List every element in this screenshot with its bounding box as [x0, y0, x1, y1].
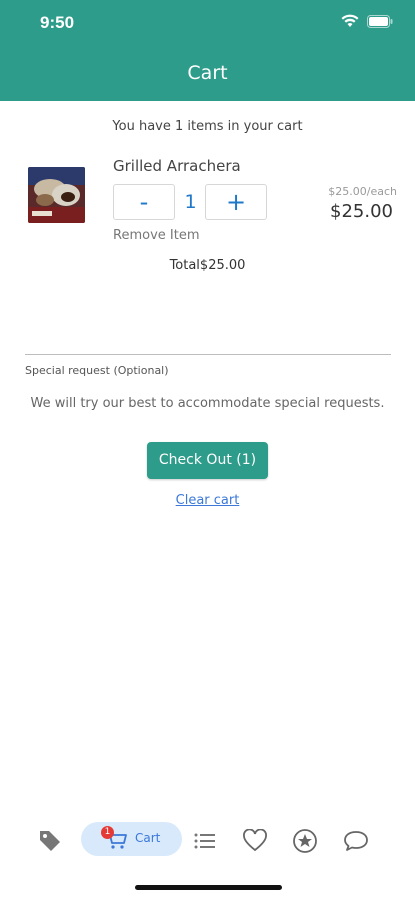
status-time: 9:50 [40, 13, 75, 32]
tab-cart-label: Cart [135, 831, 161, 845]
unit-price: $25.00/each [328, 185, 397, 198]
increase-quantity-button[interactable]: + [205, 184, 267, 220]
quantity-value: 1 [184, 191, 197, 213]
cart-total: Total$25.00 [169, 258, 246, 273]
home-indicator[interactable] [135, 885, 282, 890]
tab-cart[interactable]: 1 Cart [81, 822, 182, 856]
battery-icon [367, 14, 393, 28]
line-price: $25.00 [330, 201, 393, 222]
cart-summary: You have 1 items in your cart [112, 119, 303, 134]
product-name: Grilled Arrachera [113, 157, 241, 175]
heart-icon[interactable] [241, 827, 269, 855]
special-request-input[interactable]: We will try our best to accommodate spec… [0, 396, 415, 411]
remove-item-link[interactable]: Remove Item [113, 228, 199, 243]
status-icons [341, 14, 393, 28]
page-title: Cart [187, 62, 228, 84]
special-request-label: Special request (Optional) [25, 364, 169, 377]
bottom-tab-bar: 1 Cart [0, 815, 415, 865]
star-icon[interactable] [291, 827, 319, 855]
chat-icon[interactable] [342, 827, 370, 855]
decrease-quantity-button[interactable]: - [113, 184, 175, 220]
list-icon[interactable] [191, 827, 219, 855]
app-header: 9:50 Cart [0, 0, 415, 101]
cart-badge: 1 [101, 826, 114, 839]
checkout-button[interactable]: Check Out (1) [147, 442, 268, 479]
product-image[interactable] [28, 167, 85, 223]
clear-cart-link[interactable]: Clear cart [0, 493, 415, 508]
wifi-icon [341, 14, 359, 27]
tag-icon[interactable] [36, 827, 64, 855]
divider [25, 354, 391, 355]
